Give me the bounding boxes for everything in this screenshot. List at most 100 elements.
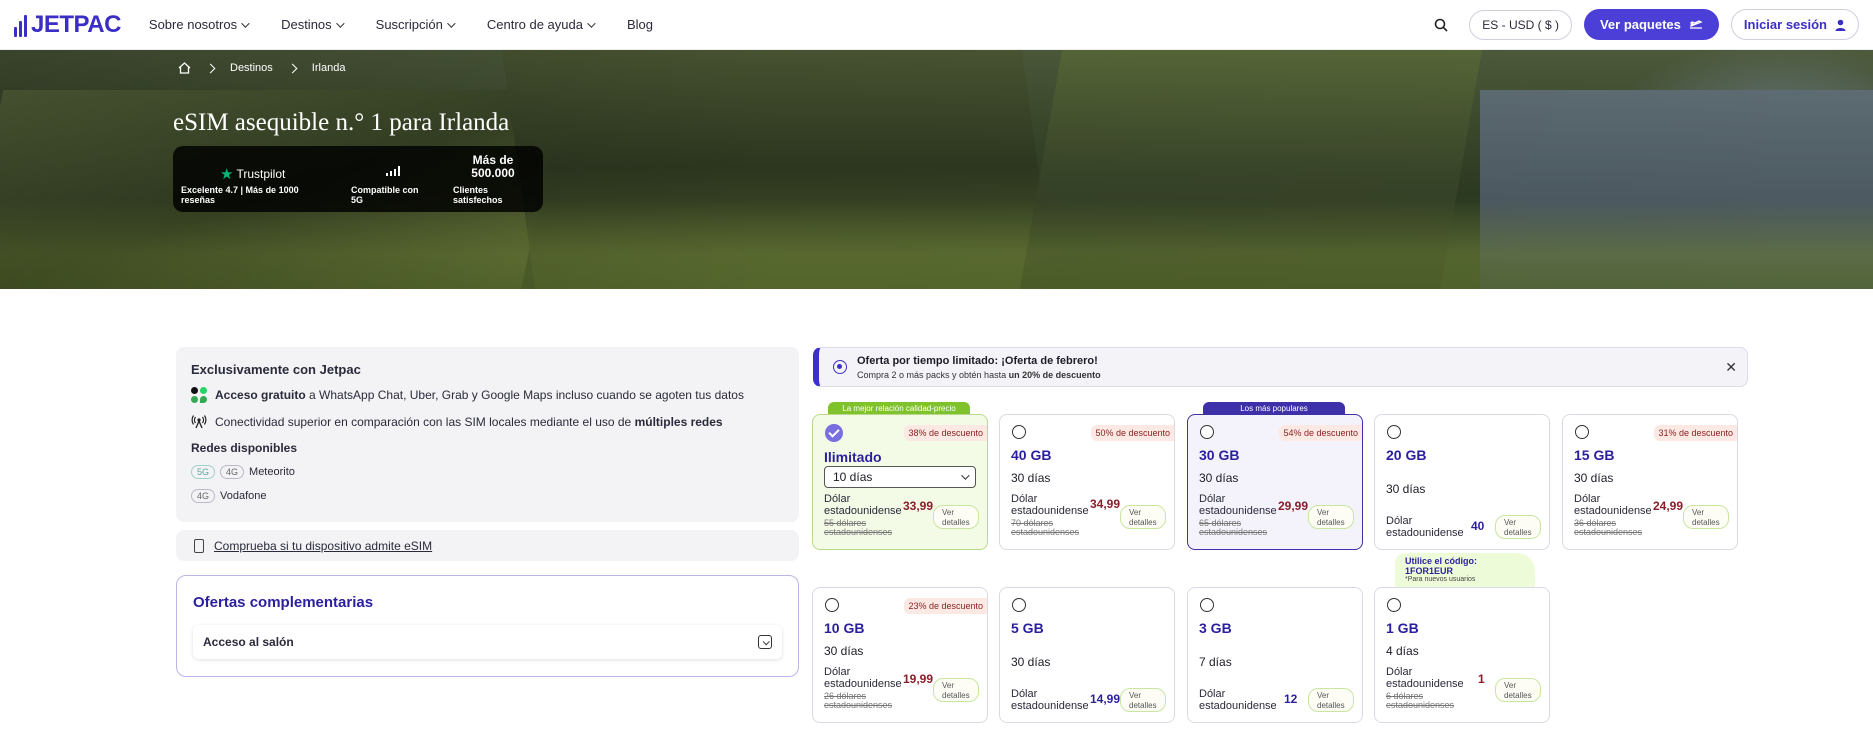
details-button[interactable]: Ver detalles [1120,505,1166,529]
rating-text: Excelente 4.7 | Más de 1000 reseñas [181,185,299,205]
addon-offers-title: Ofertas complementarias [193,594,374,611]
plane-icon [1689,19,1703,29]
best-value-badge: La mejor relación calidad-precio [828,402,970,414]
plan-size: 3 GB [1199,620,1232,636]
plan-card-15gb[interactable]: 31% de descuento 15 GB 30 días Dólar est… [1562,414,1738,550]
currency-label: Dólar estadounidense [1011,493,1089,517]
plan-card-40gb[interactable]: 50% de descuento 40 GB 30 días Dólar est… [999,414,1175,550]
plan-size: 5 GB [1011,620,1044,636]
plan-card-ilimitado[interactable]: 38% de descuento Ilimitado 10 días Dólar… [812,414,988,550]
days-select[interactable]: 10 días [824,466,976,488]
user-icon [1835,19,1846,31]
discount-badge: 38% de descuento [904,425,987,441]
plan-price: 19,99 [903,672,934,686]
view-packages-button[interactable]: Ver paquetes [1583,9,1719,40]
details-button[interactable]: Ver detalles [1495,678,1541,702]
plan-days: 4 días [1386,644,1419,658]
plan-radio[interactable] [825,598,839,612]
plan-price: 40 [1471,519,1485,533]
details-button[interactable]: Ver detalles [1308,688,1354,712]
plan-price: 1 [1478,672,1485,686]
close-icon[interactable]: ✕ [1725,359,1737,376]
addon-offers-box: Ofertas complementarias Acceso al salón [176,575,799,677]
chevron-down-icon [447,18,456,28]
discount-badge: 31% de descuento [1654,425,1737,441]
info-title: Exclusivamente con Jetpac [191,362,361,377]
old-price: 65 dólares estadounidenses [1199,518,1268,537]
plan-days: 30 días [1386,482,1426,496]
chevron-down-icon [335,18,345,28]
home-icon[interactable] [178,62,191,74]
plan-size: 1 GB [1386,620,1419,636]
device-check-link[interactable]: Comprueba si tu dispositivo admite eSIM [214,539,432,553]
plan-size: Ilimitado [824,449,882,465]
plan-radio[interactable] [825,424,843,442]
details-button[interactable]: Ver detalles [1120,688,1166,712]
nav-sobre-nosotros[interactable]: Sobre nosotros [149,17,250,32]
plan-card-3gb[interactable]: 3 GB 7 días Dólar estadounidense 12 Ver … [1187,587,1363,723]
old-price: 6 dólares estadounidenses [1386,691,1455,710]
nav-centro-ayuda[interactable]: Centro de ayuda [487,17,596,32]
plan-price: 34,99 [1090,497,1121,511]
plan-card-1gb[interactable]: 1 GB 4 días Dólar estadounidense 6 dólar… [1374,587,1550,723]
plan-price: 24,99 [1653,499,1684,513]
apps-icon [191,387,207,403]
details-button[interactable]: Ver detalles [933,678,979,702]
plan-card-30gb[interactable]: 54% de descuento 30 GB 30 días Dólar est… [1187,414,1363,550]
nav-destinos[interactable]: Destinos [281,17,345,32]
plan-card-5gb[interactable]: 5 GB 30 días Dólar estadounidense 14,99 … [999,587,1175,723]
nav-suscripcion[interactable]: Suscripción [376,17,456,32]
old-price: 70 dólares estadounidenses [1011,518,1080,537]
network-row-vodafone: 4G Vodafone [191,489,784,503]
currency-label: Dólar estadounidense [1011,688,1089,712]
device-check-box[interactable]: Comprueba si tu dispositivo admite eSIM [176,530,799,561]
plan-radio[interactable] [1200,598,1214,612]
plan-radio[interactable] [1387,598,1401,612]
plan-radio[interactable] [1200,425,1214,439]
plan-price: 33,99 [903,499,934,513]
promo-code-tooltip: Utilice el código: 1FOR1EUR *Para nuevos… [1395,553,1535,589]
discount-badge: 50% de descuento [1091,425,1174,441]
breadcrumb-destinos[interactable]: Destinos [230,62,273,74]
logo-icon [14,13,27,37]
plan-radio[interactable] [1012,598,1026,612]
free-apps-row: Acceso gratuito a WhatsApp Chat, Uber, G… [191,387,784,403]
plan-size: 15 GB [1574,447,1615,463]
locale-selector[interactable]: ES - USD ( $ ) [1469,9,1572,40]
chevron-down-icon [241,18,250,28]
promo-code: 1FOR1EUR [1405,566,1454,576]
exclusive-info-box: Exclusivamente con Jetpac Acceso gratuit… [176,347,799,522]
trust-stats-panel: ★ Trustpilot Excelente 4.7 | Más de 1000 … [173,146,543,212]
breadcrumb: Destinos Irlanda [178,62,345,74]
details-button[interactable]: Ver detalles [1495,515,1541,539]
jetpac-logo[interactable]: JETPAC [14,11,121,39]
search-button[interactable] [1425,9,1457,41]
antenna-icon [191,415,207,429]
plan-days: 30 días [824,644,864,658]
code-label: Utilice el código: [1405,556,1478,566]
lounge-access-dropdown[interactable]: Acceso al salón [193,625,782,659]
tag-5g: 5G [191,465,216,479]
search-icon [1434,18,1448,32]
code-note: *Para nuevos usuarios [1405,576,1476,583]
connectivity-row: Conectividad superior en comparación con… [191,415,784,429]
details-button[interactable]: Ver detalles [1683,505,1729,529]
networks-title: Redes disponibles [191,441,298,455]
page-title: eSIM asequible n.° 1 para Irlanda [173,109,510,136]
plan-card-10gb[interactable]: 23% de descuento 10 GB 30 días Dólar est… [812,587,988,723]
details-button[interactable]: Ver detalles [1308,505,1354,529]
chevron-right-icon [205,63,216,73]
nav-blog[interactable]: Blog [627,17,653,32]
login-button[interactable]: Iniciar sesión [1730,9,1859,40]
tag-4g: 4G [220,465,245,479]
details-button[interactable]: Ver detalles [933,505,979,529]
plan-card-20gb[interactable]: 20 GB 30 días Dólar estadounidense 40 Ve… [1374,414,1550,550]
promo-banner: Oferta por tiempo limitado: ¡Oferta de f… [813,347,1748,387]
old-price: 55 dólares estadounidenses [824,518,893,537]
plan-radio[interactable] [1575,425,1589,439]
chevron-down-icon [587,18,596,28]
plan-radio[interactable] [1012,425,1026,439]
chevron-down-icon [758,635,772,649]
plan-radio[interactable] [1387,425,1401,439]
chevron-right-icon [287,63,298,73]
